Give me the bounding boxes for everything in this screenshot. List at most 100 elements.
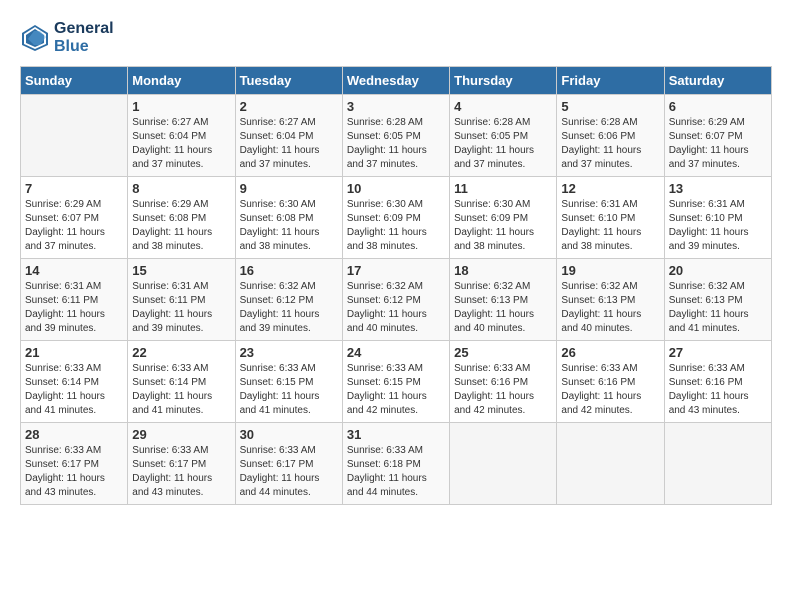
calendar-cell: 21 Sunrise: 6:33 AMSunset: 6:14 PMDayligh… [21, 341, 128, 423]
week-row-2: 7 Sunrise: 6:29 AMSunset: 6:07 PMDaylight… [21, 177, 772, 259]
header-sunday: Sunday [21, 67, 128, 95]
calendar-cell: 30Sunrise: 6:33 AMSunset: 6:17 PMDayligh… [235, 423, 342, 505]
day-number: 13 [669, 181, 767, 196]
day-number: 11 [454, 181, 552, 196]
calendar-cell: 5 Sunrise: 6:28 AMSunset: 6:06 PMDaylight… [557, 95, 664, 177]
day-info: Sunrise: 6:29 AMSunset: 6:07 PMDaylight:… [669, 116, 767, 172]
day-info: Sunrise: 6:33 AMSunset: 6:17 PMDaylight:… [25, 444, 123, 500]
day-info: Sunrise: 6:29 AMSunset: 6:08 PMDaylight:… [132, 198, 230, 254]
calendar-cell: 17 Sunrise: 6:32 AMSunset: 6:12 PMDayligh… [342, 259, 449, 341]
day-info: Sunrise: 6:32 AMSunset: 6:13 PMDaylight:… [669, 280, 767, 336]
day-info: Sunrise: 6:33 AMSunset: 6:18 PMDaylight:… [347, 444, 445, 500]
day-info: Sunrise: 6:27 AMSunset: 6:04 PMDaylight:… [132, 116, 230, 172]
week-row-5: 28 Sunrise: 6:33 AMSunset: 6:17 PMDayligh… [21, 423, 772, 505]
calendar-cell: 13 Sunrise: 6:31 AMSunset: 6:10 PMDayligh… [664, 177, 771, 259]
week-row-3: 14 Sunrise: 6:31 AMSunset: 6:11 PMDayligh… [21, 259, 772, 341]
calendar-cell: 6 Sunrise: 6:29 AMSunset: 6:07 PMDaylight… [664, 95, 771, 177]
calendar-cell: 18 Sunrise: 6:32 AMSunset: 6:13 PMDayligh… [450, 259, 557, 341]
calendar-cell: 11 Sunrise: 6:30 AMSunset: 6:09 PMDayligh… [450, 177, 557, 259]
day-number: 3 [347, 99, 445, 114]
calendar-cell: 4 Sunrise: 6:28 AMSunset: 6:05 PMDaylight… [450, 95, 557, 177]
header-saturday: Saturday [664, 67, 771, 95]
day-info: Sunrise: 6:32 AMSunset: 6:12 PMDaylight:… [240, 280, 338, 336]
day-info: Sunrise: 6:29 AMSunset: 6:07 PMDaylight:… [25, 198, 123, 254]
day-info: Sunrise: 6:28 AMSunset: 6:05 PMDaylight:… [347, 116, 445, 172]
header-monday: Monday [128, 67, 235, 95]
day-info: Sunrise: 6:30 AMSunset: 6:08 PMDaylight:… [240, 198, 338, 254]
calendar-cell: 29 Sunrise: 6:33 AMSunset: 6:17 PMDayligh… [128, 423, 235, 505]
calendar-cell: 31 Sunrise: 6:33 AMSunset: 6:18 PMDayligh… [342, 423, 449, 505]
day-info: Sunrise: 6:32 AMSunset: 6:13 PMDaylight:… [561, 280, 659, 336]
day-info: Sunrise: 6:28 AMSunset: 6:05 PMDaylight:… [454, 116, 552, 172]
day-number: 2 [240, 99, 338, 114]
day-number: 19 [561, 263, 659, 278]
calendar-cell: 16 Sunrise: 6:32 AMSunset: 6:12 PMDayligh… [235, 259, 342, 341]
header-friday: Friday [557, 67, 664, 95]
day-number: 6 [669, 99, 767, 114]
header-wednesday: Wednesday [342, 67, 449, 95]
calendar-cell: 24 Sunrise: 6:33 AMSunset: 6:15 PMDayligh… [342, 341, 449, 423]
day-number: 16 [240, 263, 338, 278]
day-number: 24 [347, 345, 445, 360]
logo: General Blue [20, 20, 114, 56]
day-info: Sunrise: 6:28 AMSunset: 6:06 PMDaylight:… [561, 116, 659, 172]
day-info: Sunrise: 6:31 AMSunset: 6:10 PMDaylight:… [561, 198, 659, 254]
day-number: 4 [454, 99, 552, 114]
day-info: Sunrise: 6:33 AMSunset: 6:14 PMDaylight:… [25, 362, 123, 418]
calendar-table: SundayMondayTuesdayWednesdayThursdayFrid… [20, 66, 772, 505]
header-thursday: Thursday [450, 67, 557, 95]
day-info: Sunrise: 6:33 AMSunset: 6:16 PMDaylight:… [561, 362, 659, 418]
day-info: Sunrise: 6:31 AMSunset: 6:11 PMDaylight:… [132, 280, 230, 336]
day-info: Sunrise: 6:33 AMSunset: 6:15 PMDaylight:… [347, 362, 445, 418]
day-info: Sunrise: 6:33 AMSunset: 6:14 PMDaylight:… [132, 362, 230, 418]
day-info: Sunrise: 6:33 AMSunset: 6:16 PMDaylight:… [454, 362, 552, 418]
calendar-cell: 8 Sunrise: 6:29 AMSunset: 6:08 PMDaylight… [128, 177, 235, 259]
day-number: 30 [240, 427, 338, 442]
calendar-cell [557, 423, 664, 505]
day-info: Sunrise: 6:33 AMSunset: 6:17 PMDaylight:… [132, 444, 230, 500]
day-number: 27 [669, 345, 767, 360]
day-number: 29 [132, 427, 230, 442]
calendar-cell: 25 Sunrise: 6:33 AMSunset: 6:16 PMDayligh… [450, 341, 557, 423]
week-row-1: 1 Sunrise: 6:27 AMSunset: 6:04 PMDaylight… [21, 95, 772, 177]
calendar-cell: 20 Sunrise: 6:32 AMSunset: 6:13 PMDayligh… [664, 259, 771, 341]
calendar-cell: 27Sunrise: 6:33 AMSunset: 6:16 PMDayligh… [664, 341, 771, 423]
day-info: Sunrise: 6:32 AMSunset: 6:13 PMDaylight:… [454, 280, 552, 336]
calendar-cell: 1 Sunrise: 6:27 AMSunset: 6:04 PMDaylight… [128, 95, 235, 177]
day-number: 12 [561, 181, 659, 196]
calendar-header-row: SundayMondayTuesdayWednesdayThursdayFrid… [21, 67, 772, 95]
calendar-cell [450, 423, 557, 505]
calendar-cell: 19 Sunrise: 6:32 AMSunset: 6:13 PMDayligh… [557, 259, 664, 341]
day-number: 31 [347, 427, 445, 442]
day-number: 28 [25, 427, 123, 442]
day-number: 26 [561, 345, 659, 360]
calendar-cell: 9 Sunrise: 6:30 AMSunset: 6:08 PMDaylight… [235, 177, 342, 259]
day-info: Sunrise: 6:31 AMSunset: 6:10 PMDaylight:… [669, 198, 767, 254]
day-number: 20 [669, 263, 767, 278]
calendar-cell [664, 423, 771, 505]
week-row-4: 21 Sunrise: 6:33 AMSunset: 6:14 PMDayligh… [21, 341, 772, 423]
day-number: 25 [454, 345, 552, 360]
day-number: 10 [347, 181, 445, 196]
day-number: 21 [25, 345, 123, 360]
day-number: 7 [25, 181, 123, 196]
calendar-cell [21, 95, 128, 177]
calendar-cell: 3 Sunrise: 6:28 AMSunset: 6:05 PMDaylight… [342, 95, 449, 177]
page-header: General Blue [20, 20, 772, 56]
calendar-cell: 28 Sunrise: 6:33 AMSunset: 6:17 PMDayligh… [21, 423, 128, 505]
day-info: Sunrise: 6:32 AMSunset: 6:12 PMDaylight:… [347, 280, 445, 336]
day-number: 9 [240, 181, 338, 196]
calendar-cell: 10Sunrise: 6:30 AMSunset: 6:09 PMDayligh… [342, 177, 449, 259]
day-number: 1 [132, 99, 230, 114]
day-number: 8 [132, 181, 230, 196]
day-number: 14 [25, 263, 123, 278]
logo-icon [20, 23, 50, 53]
day-number: 23 [240, 345, 338, 360]
day-number: 18 [454, 263, 552, 278]
calendar-cell: 7 Sunrise: 6:29 AMSunset: 6:07 PMDaylight… [21, 177, 128, 259]
day-number: 5 [561, 99, 659, 114]
day-info: Sunrise: 6:30 AMSunset: 6:09 PMDaylight:… [454, 198, 552, 254]
day-number: 22 [132, 345, 230, 360]
day-info: Sunrise: 6:33 AMSunset: 6:15 PMDaylight:… [240, 362, 338, 418]
day-number: 17 [347, 263, 445, 278]
